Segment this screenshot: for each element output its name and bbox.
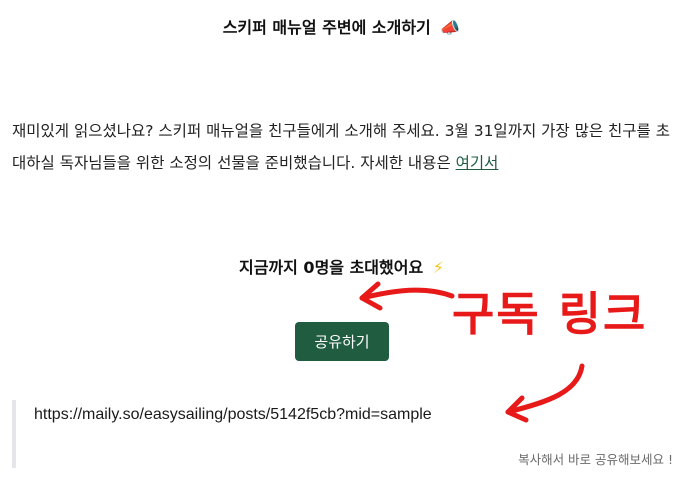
annotation-arrows [359, 281, 585, 423]
arrow-to-link [505, 363, 585, 423]
arrow-to-invite [359, 281, 455, 311]
